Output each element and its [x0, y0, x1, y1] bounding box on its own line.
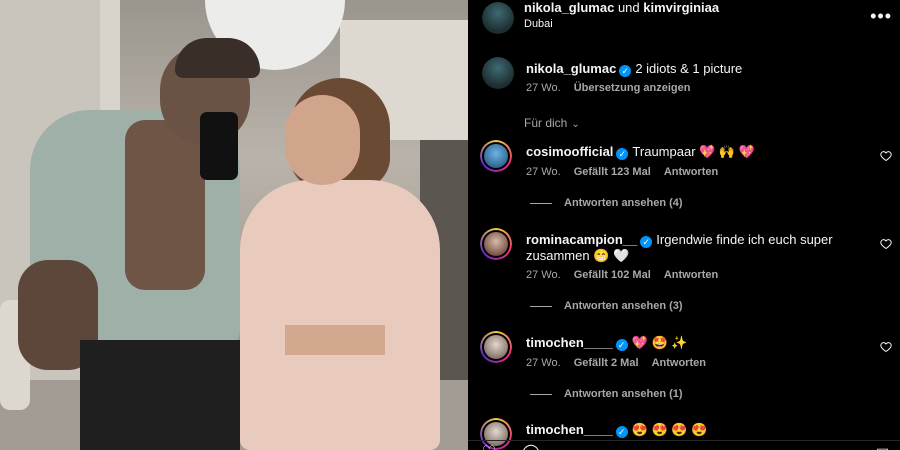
header-location[interactable]: Dubai — [524, 18, 553, 30]
comment-time: 27 Wo. — [526, 166, 561, 178]
caption-meta: 27 Wo. Übersetzung anzeigen — [526, 82, 690, 94]
comment-line: timochen____ ✓ 😍 😍 😍 😍 — [526, 422, 707, 438]
action-bar-divider — [468, 440, 900, 441]
caption-text: 2 idiots & 1 picture — [635, 61, 743, 76]
photo-man-hair — [175, 38, 260, 78]
replies-divider — [530, 306, 552, 307]
view-replies-button[interactable]: Antworten ansehen (4) — [564, 197, 683, 209]
comment-username[interactable]: timochen____ — [526, 422, 613, 437]
like-heart-icon[interactable]: ♡ — [482, 442, 496, 450]
sort-dropdown[interactable]: Für dich ⌄ — [524, 116, 580, 130]
comment-meta: 27 Wo. Gefällt 102 Mal Antworten — [526, 269, 718, 281]
comment-time: 27 Wo. — [526, 269, 561, 281]
comment-text: 💖 🤩 ✨ — [631, 335, 688, 350]
view-replies-button[interactable]: Antworten ansehen (1) — [564, 388, 683, 400]
comment-text-continued: zusammen 😁 🤍 — [526, 248, 630, 263]
comment-text: Irgendwie finde ich euch super — [656, 232, 833, 247]
replies-divider — [530, 203, 552, 204]
chevron-down-icon: ⌄ — [571, 119, 580, 130]
comment-avatar[interactable] — [480, 331, 512, 363]
comment-username[interactable]: rominacampion__ — [526, 232, 637, 247]
caption-username[interactable]: nikola_glumac — [526, 61, 616, 76]
comment-text: 😍 😍 😍 😍 — [631, 422, 708, 437]
comment-likes[interactable]: Gefällt 123 Mal — [574, 166, 651, 178]
photo-woman-face — [285, 95, 360, 185]
bookmark-icon[interactable]: ▭ — [876, 442, 889, 450]
comment-meta: 27 Wo. Gefällt 2 Mal Antworten — [526, 357, 706, 369]
replies-divider — [530, 394, 552, 395]
verified-badge-icon: ✓ — [640, 236, 653, 248]
verified-badge-icon: ✓ — [619, 65, 632, 77]
comment-avatar[interactable] — [480, 140, 512, 172]
comment-icon[interactable]: ◯ — [522, 442, 540, 450]
verified-badge-icon: ✓ — [616, 148, 629, 160]
comment-line: timochen____ ✓ 💖 🤩 ✨ — [526, 335, 688, 351]
header-author[interactable]: nikola_glumac — [524, 0, 614, 15]
comment-line: rominacampion__ ✓ Irgendwie finde ich euch… — [526, 232, 833, 248]
header-avatar[interactable] — [482, 2, 514, 34]
caption-time: 27 Wo. — [526, 82, 561, 94]
verified-badge-icon: ✓ — [615, 426, 628, 438]
comments-panel: nikola_glumac und kimvirginiaa Dubai •••… — [468, 0, 900, 450]
photo-man-chest — [125, 120, 205, 290]
translate-link[interactable]: Übersetzung anzeigen — [574, 82, 691, 94]
reply-button[interactable]: Antworten — [652, 357, 706, 369]
reply-button[interactable]: Antworten — [664, 166, 718, 178]
comment-username[interactable]: timochen____ — [526, 335, 613, 350]
comment-avatar[interactable] — [480, 228, 512, 260]
sort-label: Für dich — [524, 116, 568, 130]
comment-likes[interactable]: Gefällt 102 Mal — [574, 269, 651, 281]
comment-line: cosimoofficial ✓ Traumpaar 💖 🙌 💖 — [526, 144, 755, 160]
photo-woman-belly — [285, 325, 385, 355]
like-heart-icon[interactable] — [880, 341, 892, 353]
photo-woman-dress — [240, 180, 440, 450]
header-authors: nikola_glumac und kimvirginiaa — [524, 0, 719, 15]
comment-username[interactable]: cosimoofficial — [526, 144, 613, 159]
header-connector: und — [617, 0, 640, 15]
photo-man-pants — [80, 340, 240, 450]
comment-likes[interactable]: Gefällt 2 Mal — [574, 357, 639, 369]
view-replies-button[interactable]: Antworten ansehen (3) — [564, 300, 683, 312]
header-coauthor[interactable]: kimvirginiaa — [643, 0, 719, 15]
reply-button[interactable]: Antworten — [664, 269, 718, 281]
caption-line: nikola_glumac ✓ 2 idiots & 1 picture — [526, 61, 742, 77]
comment-time: 27 Wo. — [526, 357, 561, 369]
post-image[interactable] — [0, 0, 468, 450]
like-heart-icon[interactable] — [880, 238, 892, 250]
more-horizontal-icon[interactable]: ••• — [870, 6, 892, 27]
comment-meta: 27 Wo. Gefällt 123 Mal Antworten — [526, 166, 718, 178]
like-heart-icon[interactable] — [880, 150, 892, 162]
photo-phone — [200, 112, 238, 180]
verified-badge-icon: ✓ — [615, 339, 628, 351]
caption-avatar[interactable] — [482, 57, 514, 89]
comment-text: Traumpaar 💖 🙌 💖 — [632, 144, 755, 159]
